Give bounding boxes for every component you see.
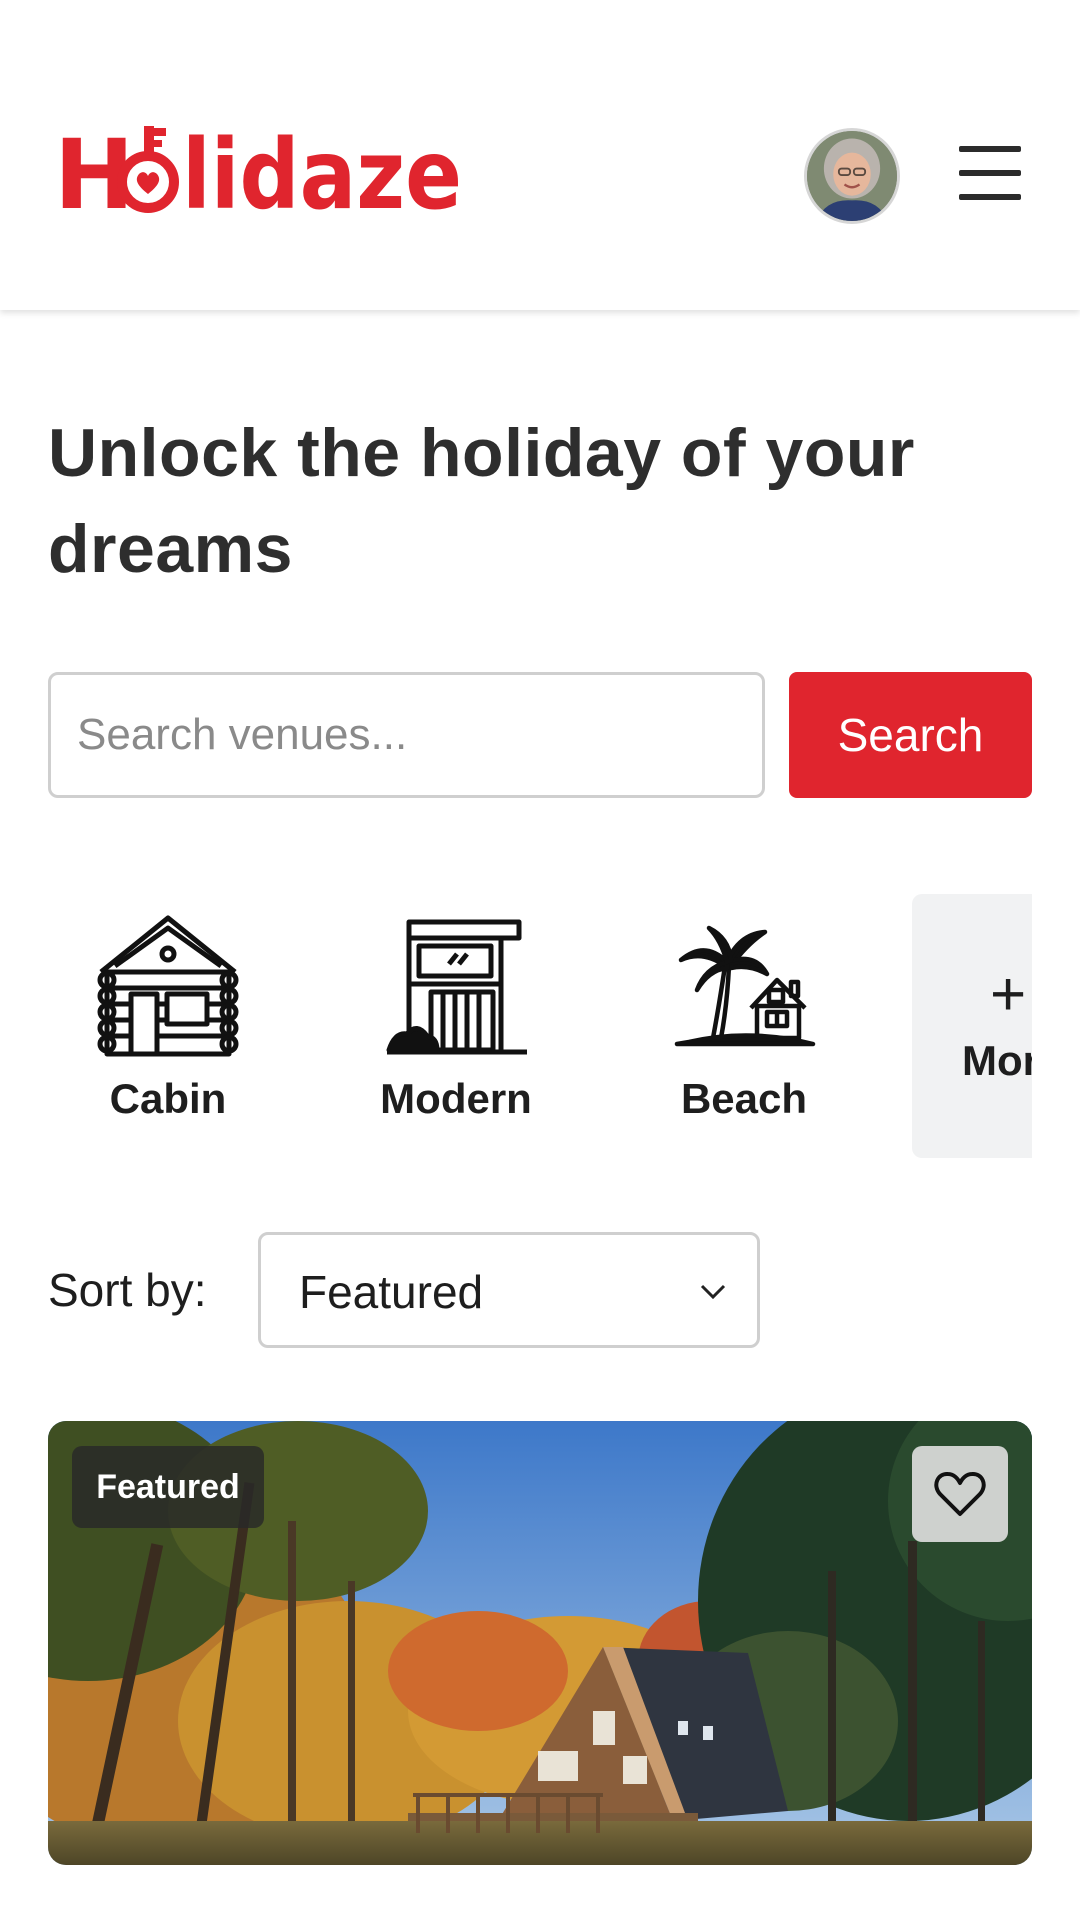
category-cabin[interactable]: Cabin: [53, 910, 283, 1150]
sort-select[interactable]: Featured: [258, 1232, 760, 1348]
hamburger-menu-icon[interactable]: [955, 146, 1025, 206]
plus-icon: +: [990, 960, 1027, 1029]
category-more-button[interactable]: + More: [912, 894, 1032, 1158]
modern-house-icon: [386, 919, 527, 1055]
category-label-cabin: Cabin: [109, 1075, 227, 1122]
search-button[interactable]: Search: [789, 672, 1032, 798]
category-modern[interactable]: Modern: [341, 910, 571, 1150]
category-label-modern: Modern: [380, 1075, 532, 1122]
user-avatar[interactable]: [804, 128, 900, 224]
holidaze-logo[interactable]: H lidaze: [54, 120, 464, 220]
top-header: H lidaze: [0, 0, 1080, 310]
page-title: Unlock the holiday of your dreams: [48, 415, 915, 587]
sort-label: Sort by:: [48, 1264, 207, 1316]
featured-badge: Featured: [72, 1446, 264, 1528]
more-label: More: [962, 1037, 1032, 1084]
category-label-beach: Beach: [680, 1075, 808, 1122]
favorite-button[interactable]: [912, 1446, 1008, 1542]
avatar-photo: [807, 131, 897, 221]
category-beach[interactable]: Beach: [629, 910, 859, 1150]
logo-wordmark: H lidaze: [54, 120, 462, 220]
venue-card[interactable]: Featured: [48, 1421, 1032, 1865]
svg-text:lidaze: lidaze: [182, 120, 462, 220]
search-input[interactable]: [48, 672, 765, 798]
chevron-down-icon: [700, 1284, 726, 1300]
heart-icon: [934, 1472, 986, 1516]
cabin-icon: [97, 915, 239, 1057]
beach-house-icon: [674, 925, 816, 1047]
sort-selected-value: Featured: [299, 1266, 484, 1318]
